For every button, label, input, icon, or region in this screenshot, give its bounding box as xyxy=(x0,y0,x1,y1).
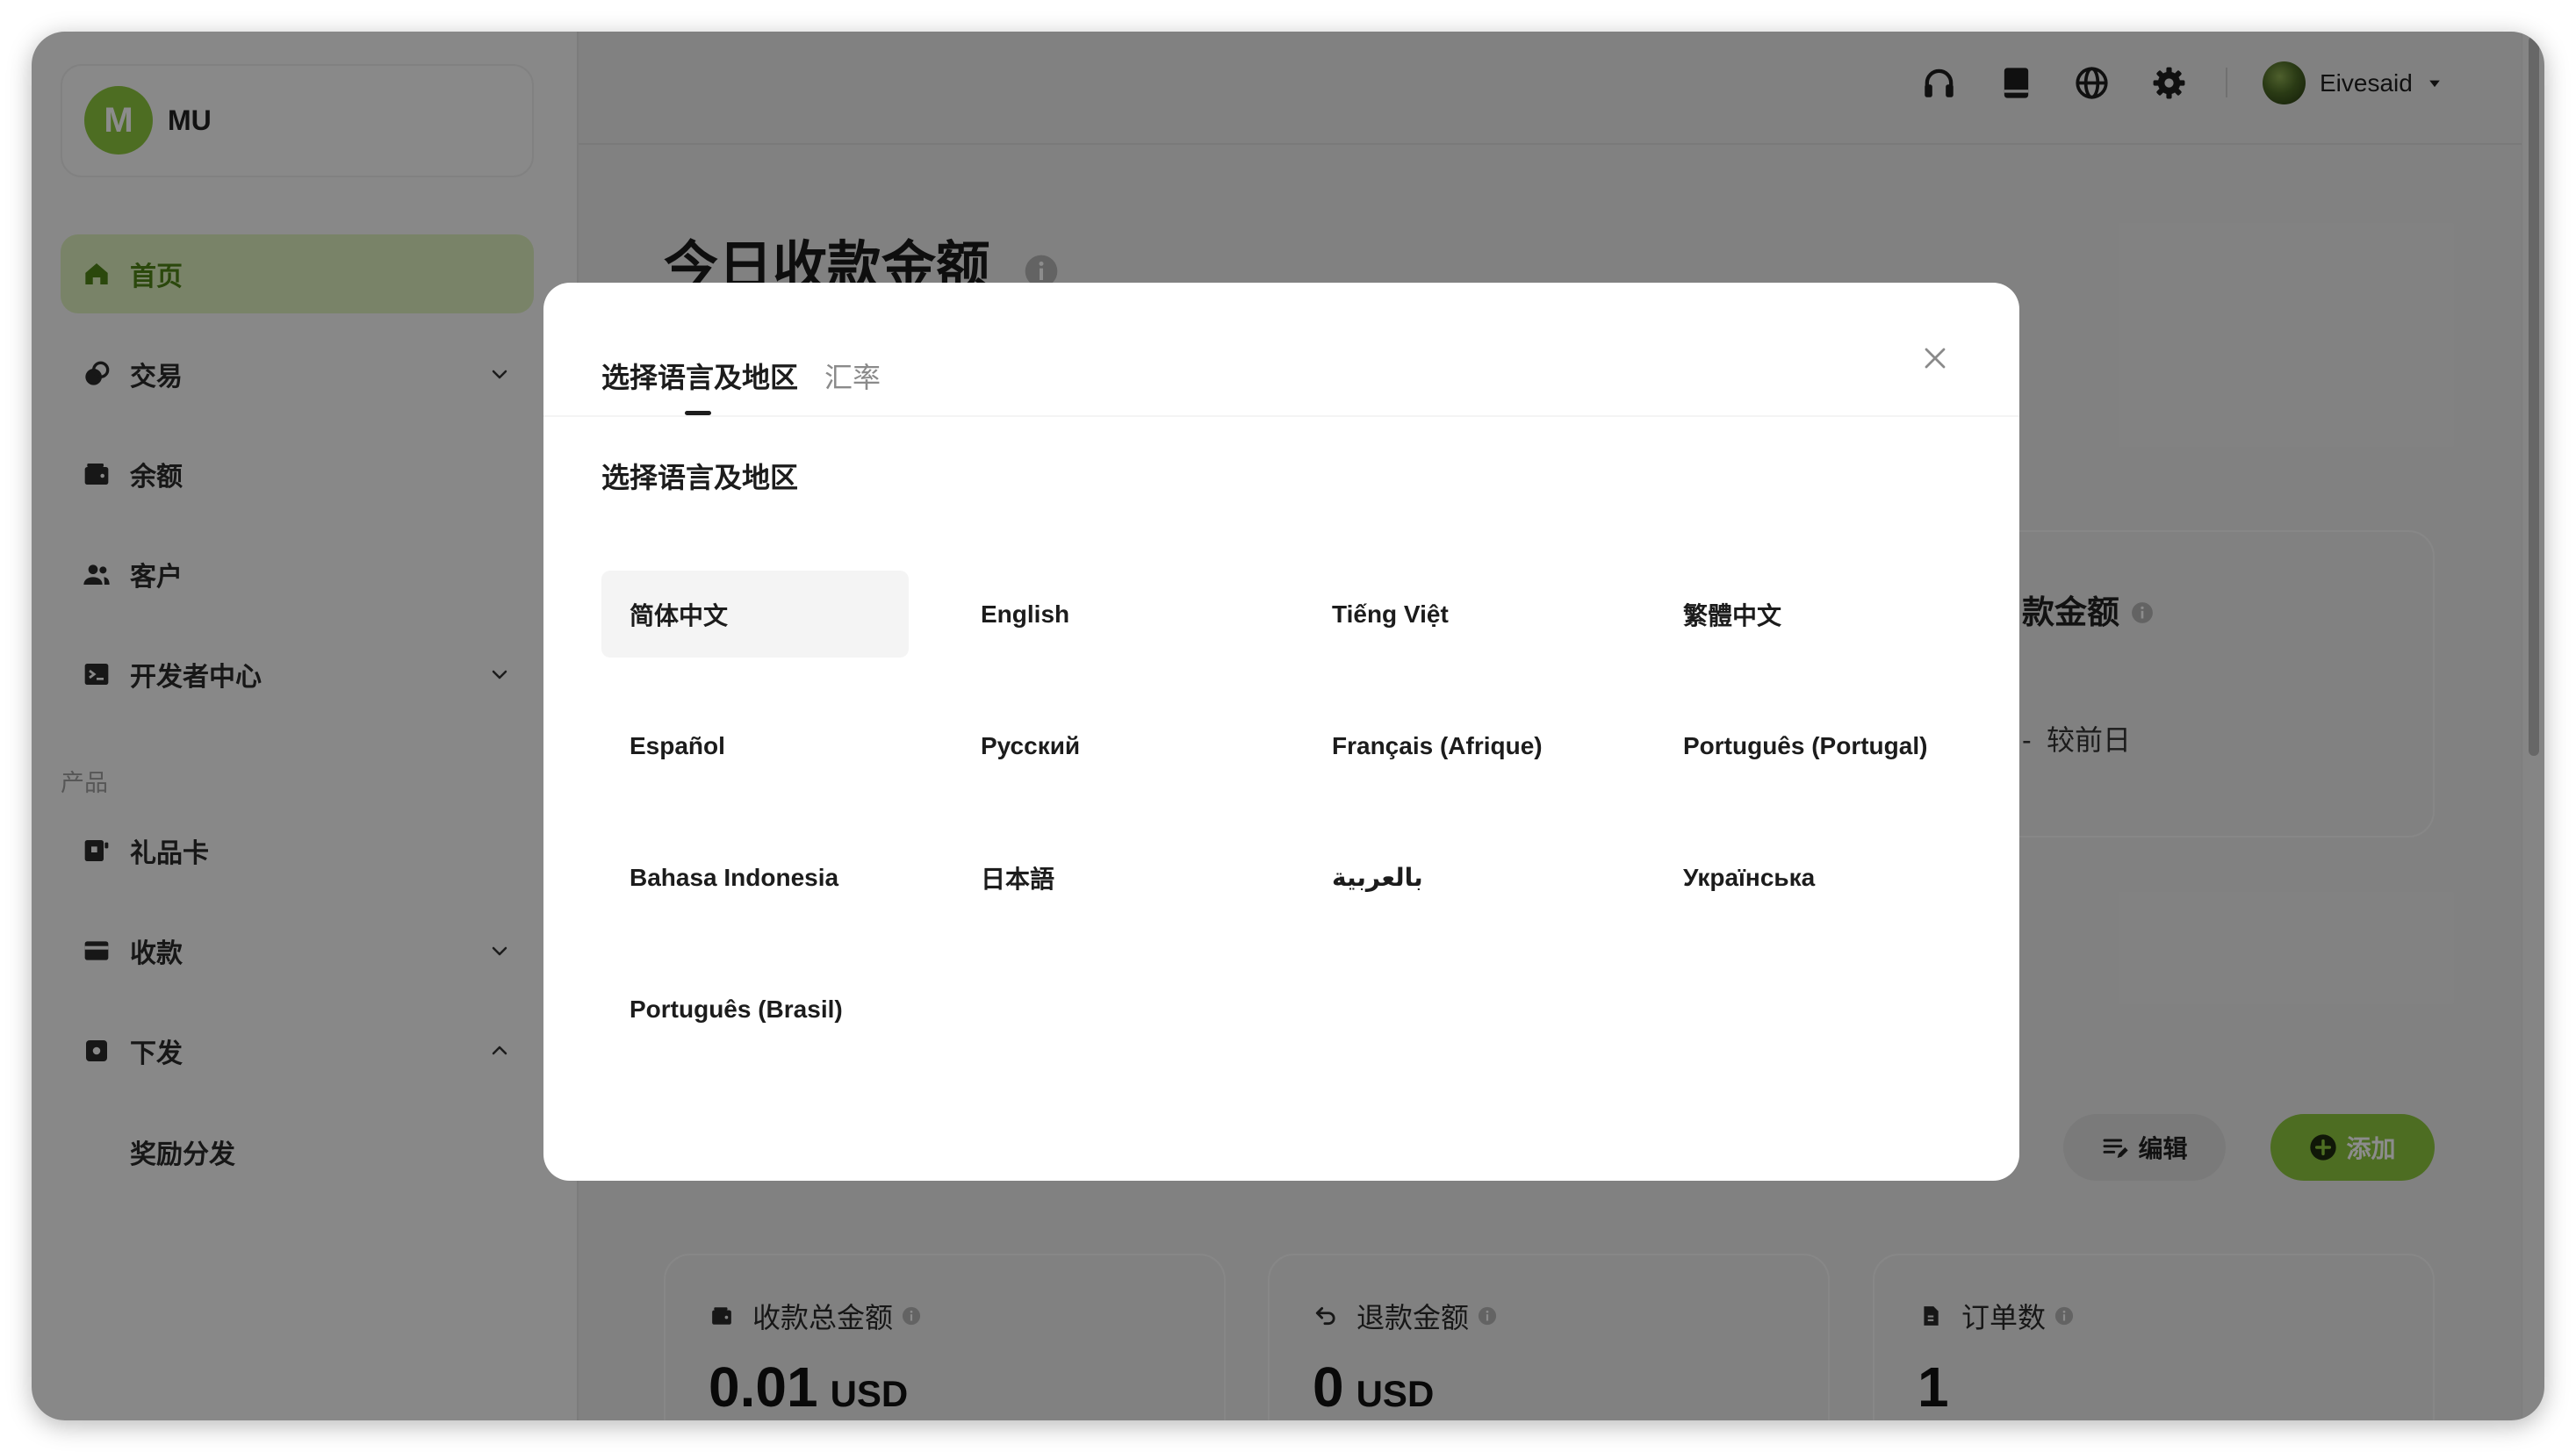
language-option[interactable]: Bahasa Indonesia xyxy=(601,834,909,921)
language-list: 简体中文 English Tiếng Việt 繁體中文 Español Рус… xyxy=(601,571,1962,1053)
tab-language-region[interactable]: 选择语言及地区 xyxy=(601,360,798,395)
language-option[interactable]: Português (Brasil) xyxy=(601,966,909,1053)
language-option[interactable]: Português (Portugal) xyxy=(1655,702,1962,789)
language-option[interactable]: 繁體中文 xyxy=(1655,571,1962,658)
language-option[interactable]: بالعربية xyxy=(1304,834,1611,921)
language-option[interactable]: 日本語 xyxy=(953,834,1260,921)
language-option[interactable]: 简体中文 xyxy=(601,571,909,658)
language-region-dialog: 选择语言及地区 汇率 选择语言及地区 简体中文 English Tiếng Vi… xyxy=(543,283,2019,1181)
tab-exchange-rate[interactable]: 汇率 xyxy=(824,360,881,395)
language-option[interactable]: Español xyxy=(601,702,909,789)
language-option[interactable]: Tiếng Việt xyxy=(1304,571,1611,658)
language-option[interactable]: English xyxy=(953,571,1260,658)
close-icon[interactable] xyxy=(1922,345,1948,371)
tab-bar-divider xyxy=(543,415,2019,417)
language-option[interactable]: Русский xyxy=(953,702,1260,789)
app-window: M MU 首页 交易 余额 客户 开发者中心 产品 礼品卡 收款 下发 奖励分发… xyxy=(32,32,2544,1420)
dialog-heading: 选择语言及地区 xyxy=(601,462,799,493)
language-option[interactable]: Français (Afrique) xyxy=(1304,702,1611,789)
language-option[interactable]: Українська xyxy=(1655,834,1962,921)
